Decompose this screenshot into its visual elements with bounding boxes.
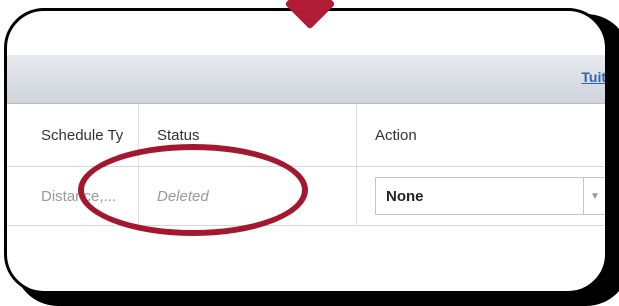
tuition-link[interactable]: Tuition [581,69,605,85]
grid-header-band: Tuition [7,55,605,104]
action-cell: None ▼ [357,167,605,225]
table-header-row: Schedule Ty Status Action [7,104,605,167]
annotation-circle [78,144,308,236]
action-select-value: None [386,187,424,205]
zoom-callout: Tuition Schedule Ty Status Action Distan… [4,8,608,294]
column-header-action[interactable]: Action [357,104,605,166]
action-select[interactable]: None ▼ [375,177,605,215]
dropdown-arrow-icon[interactable]: ▼ [583,178,605,214]
